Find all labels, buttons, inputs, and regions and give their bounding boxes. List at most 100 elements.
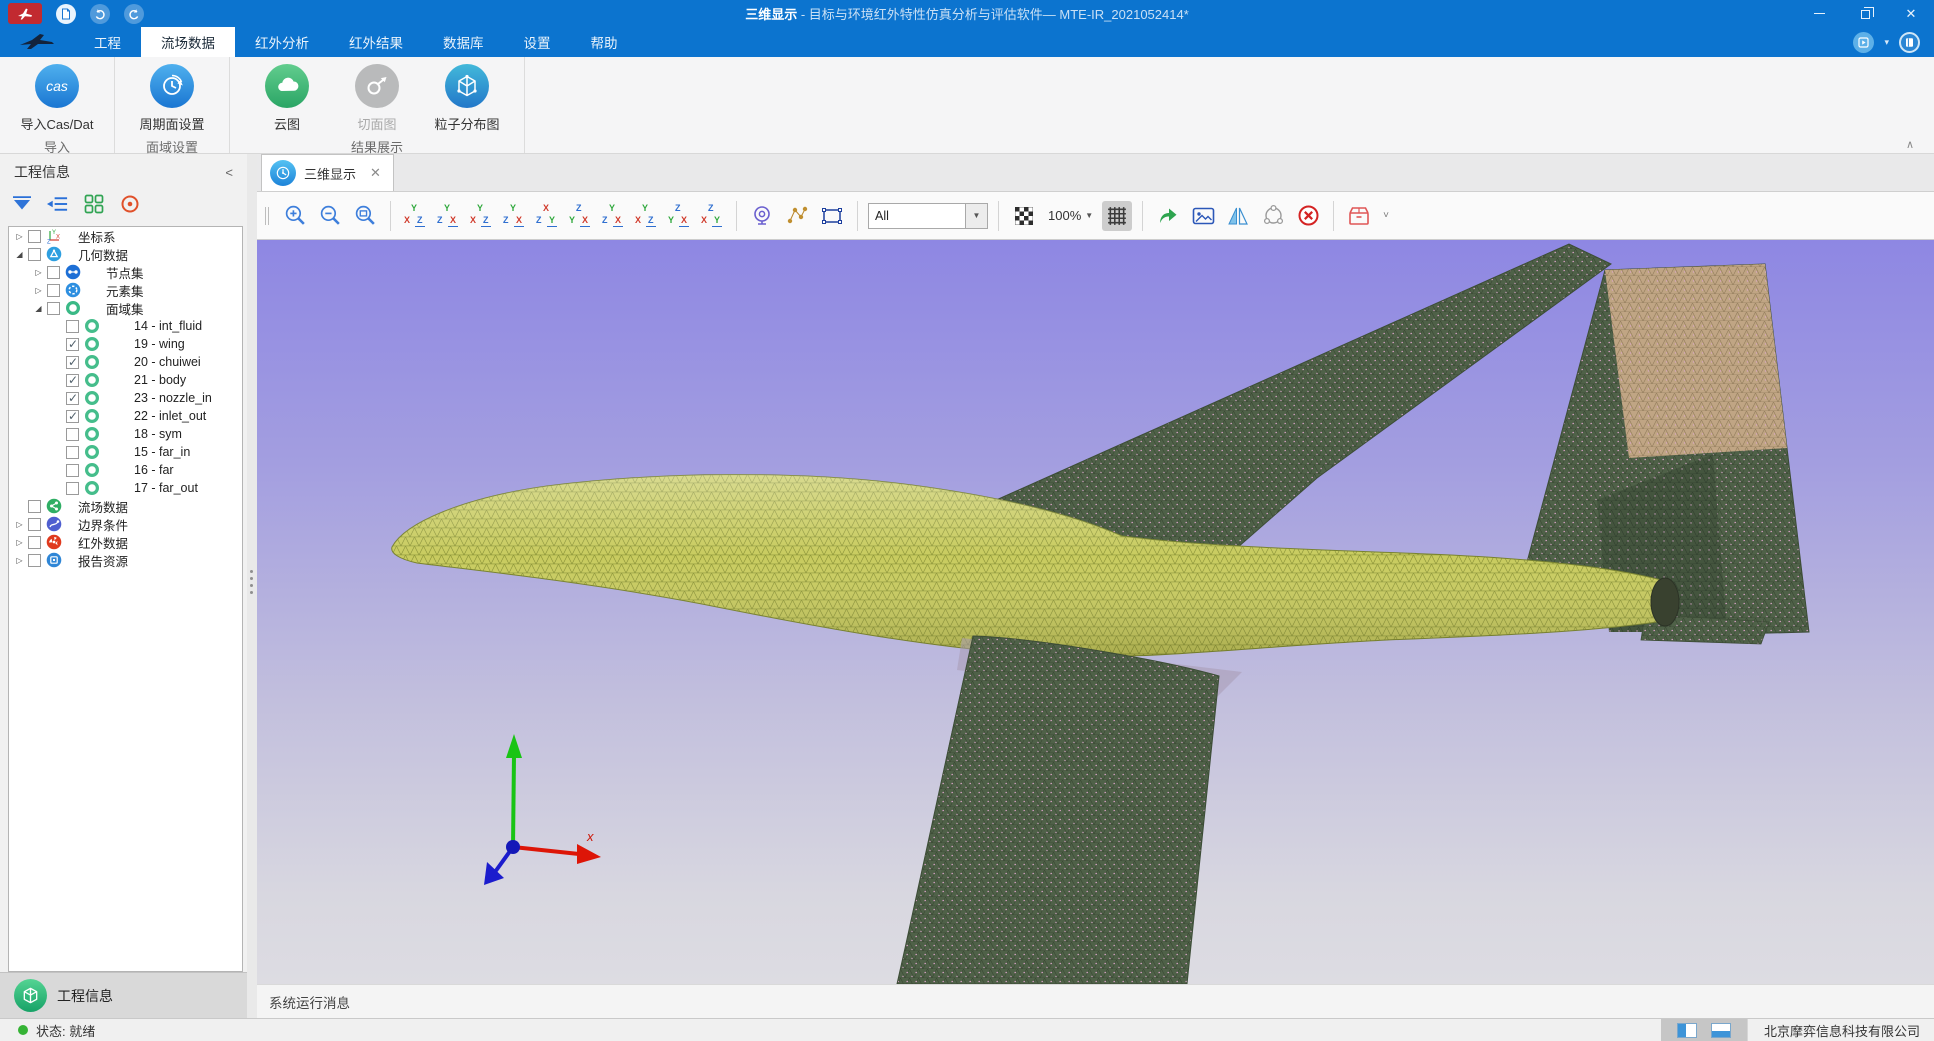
manual-book-button[interactable] xyxy=(1899,32,1920,53)
tab-close-icon[interactable]: ✕ xyxy=(370,165,381,181)
ribbon-button[interactable]: 周期面设置 xyxy=(129,63,215,133)
tree-item[interactable]: ▷边界条件 xyxy=(9,515,242,533)
select-box-button[interactable] xyxy=(817,201,847,231)
sidebar-collapse-button[interactable]: < xyxy=(221,165,237,180)
tree-item[interactable]: 16 - far xyxy=(9,461,242,479)
tree-item-checkbox[interactable] xyxy=(66,410,79,423)
tree-item-checkbox[interactable] xyxy=(28,518,41,531)
tree-item-checkbox[interactable] xyxy=(66,392,79,405)
view-orientation-button[interactable]: ZYX xyxy=(566,202,594,230)
scatter-button[interactable] xyxy=(782,201,812,231)
view-orientation-button[interactable]: YZX xyxy=(599,202,627,230)
tree-item[interactable]: 18 - sym xyxy=(9,425,242,443)
tree-item-checkbox[interactable] xyxy=(28,500,41,513)
toolbar-grip[interactable] xyxy=(265,207,269,225)
tree-item-checkbox[interactable] xyxy=(47,284,60,297)
zoom-in-button[interactable] xyxy=(280,201,310,231)
tab-3d-view[interactable]: 三维显示 ✕ xyxy=(261,154,394,191)
layout-left-icon[interactable] xyxy=(1677,1023,1697,1038)
tree-item[interactable]: 15 - far_in xyxy=(9,443,242,461)
system-message-bar[interactable]: 系统运行消息 xyxy=(257,984,1934,1018)
tree-item-checkbox[interactable] xyxy=(28,230,41,243)
tree-expand-arrow-icon[interactable]: ▷ xyxy=(13,538,26,547)
view-orientation-button[interactable]: ZYX xyxy=(665,202,693,230)
toolbar-overflow-caret[interactable]: ˅ xyxy=(1379,210,1393,221)
tree-expand-arrow-icon[interactable]: ▷ xyxy=(13,556,26,565)
tree-item-checkbox[interactable] xyxy=(66,446,79,459)
menu-item[interactable]: 红外结果 xyxy=(329,27,423,57)
menu-item[interactable]: 红外分析 xyxy=(235,27,329,57)
snapshot-button[interactable] xyxy=(1188,201,1218,231)
tree-item[interactable]: 21 - body xyxy=(9,371,242,389)
combobox-dropdown-button[interactable]: ▼ xyxy=(965,204,987,228)
menu-item[interactable]: 数据库 xyxy=(423,27,504,57)
tree-item-checkbox[interactable] xyxy=(28,554,41,567)
tree-item[interactable]: ◢几何数据 xyxy=(9,245,242,263)
restore-button[interactable] xyxy=(1842,0,1888,27)
tree-item[interactable]: ▷报告资源 xyxy=(9,551,242,569)
tree-expand-arrow-icon[interactable]: ▷ xyxy=(32,286,45,295)
menu-item[interactable]: 帮助 xyxy=(571,27,638,57)
view-orientation-button[interactable]: YXZ xyxy=(632,202,660,230)
zoom-out-button[interactable] xyxy=(315,201,345,231)
package-button[interactable] xyxy=(1344,201,1374,231)
tree-item-checkbox[interactable] xyxy=(66,464,79,477)
sidebar-bottom-bar[interactable]: 工程信息 xyxy=(0,972,247,1018)
tree-item-checkbox[interactable] xyxy=(66,356,79,369)
close-button[interactable]: ✕ xyxy=(1888,0,1934,27)
new-doc-button[interactable] xyxy=(56,4,76,24)
tree-item[interactable]: ▷红外数据 xyxy=(9,533,242,551)
ribbon-button[interactable]: cas导入Cas/Dat xyxy=(14,63,100,133)
undo-button[interactable] xyxy=(90,4,110,24)
view-orientation-button[interactable]: XZY xyxy=(533,202,561,230)
view-orientation-button[interactable]: ZXY xyxy=(698,202,726,230)
tree-item-checkbox[interactable] xyxy=(28,536,41,549)
media-panel-button[interactable] xyxy=(1853,32,1874,53)
tree-item[interactable]: ▷YZX坐标系 xyxy=(9,227,242,245)
grid-squares-button[interactable] xyxy=(82,192,105,215)
mirror-button[interactable] xyxy=(1223,201,1253,231)
tree-expand-arrow-icon[interactable]: ▷ xyxy=(32,268,45,277)
export-arrow-button[interactable] xyxy=(1153,201,1183,231)
view-orientation-button[interactable]: YZX xyxy=(434,202,462,230)
zoom-fit-button[interactable] xyxy=(350,201,380,231)
tree-expand-arrow-icon[interactable]: ▷ xyxy=(13,232,26,241)
view-orientation-button[interactable]: YZX xyxy=(500,202,528,230)
tree-item[interactable]: 22 - inlet_out xyxy=(9,407,242,425)
app-menu-button[interactable] xyxy=(8,3,42,24)
tree-item[interactable]: ▷节点集 xyxy=(9,263,242,281)
tree-item[interactable]: ◢面域集 xyxy=(9,299,242,317)
tree-item-checkbox[interactable] xyxy=(66,338,79,351)
outline-list-button[interactable] xyxy=(46,192,69,215)
zoom-level-dropdown[interactable]: 100%▼ xyxy=(1044,208,1097,223)
tree-item[interactable]: 流场数据 xyxy=(9,497,242,515)
camera-button[interactable] xyxy=(747,201,777,231)
tree-collapse-arrow-icon[interactable]: ◢ xyxy=(13,250,26,259)
tree-item[interactable]: 20 - chuiwei xyxy=(9,353,242,371)
display-filter-combobox[interactable]: All▼ xyxy=(868,203,988,229)
tree-item-checkbox[interactable] xyxy=(28,248,41,261)
tree-item[interactable]: 19 - wing xyxy=(9,335,242,353)
minimize-button[interactable] xyxy=(1796,0,1842,27)
layout-bottom-icon[interactable] xyxy=(1711,1023,1731,1038)
checkerboard-button[interactable] xyxy=(1009,201,1039,231)
filter-button[interactable] xyxy=(10,192,33,215)
tree-item-checkbox[interactable] xyxy=(66,374,79,387)
tree-item[interactable]: 23 - nozzle_in xyxy=(9,389,242,407)
grid-button[interactable] xyxy=(1102,201,1132,231)
tree-item-checkbox[interactable] xyxy=(47,266,60,279)
caret-down-icon[interactable]: ▾ xyxy=(1884,37,1889,48)
viewport-3d[interactable]: x xyxy=(257,240,1934,984)
menu-item[interactable]: 流场数据 xyxy=(141,27,235,57)
tree-item-checkbox[interactable] xyxy=(66,482,79,495)
menu-item[interactable]: 设置 xyxy=(504,27,571,57)
menu-item[interactable]: 工程 xyxy=(74,27,141,57)
tree-item-checkbox[interactable] xyxy=(66,428,79,441)
delete-circle-button[interactable] xyxy=(1293,201,1323,231)
redo-button[interactable] xyxy=(124,4,144,24)
target-button[interactable] xyxy=(118,192,141,215)
tree-item[interactable]: 14 - int_fluid xyxy=(9,317,242,335)
tree-item[interactable]: ▷元素集 xyxy=(9,281,242,299)
tree-collapse-arrow-icon[interactable]: ◢ xyxy=(32,304,45,313)
ribbon-button[interactable]: 粒子分布图 xyxy=(424,63,510,133)
